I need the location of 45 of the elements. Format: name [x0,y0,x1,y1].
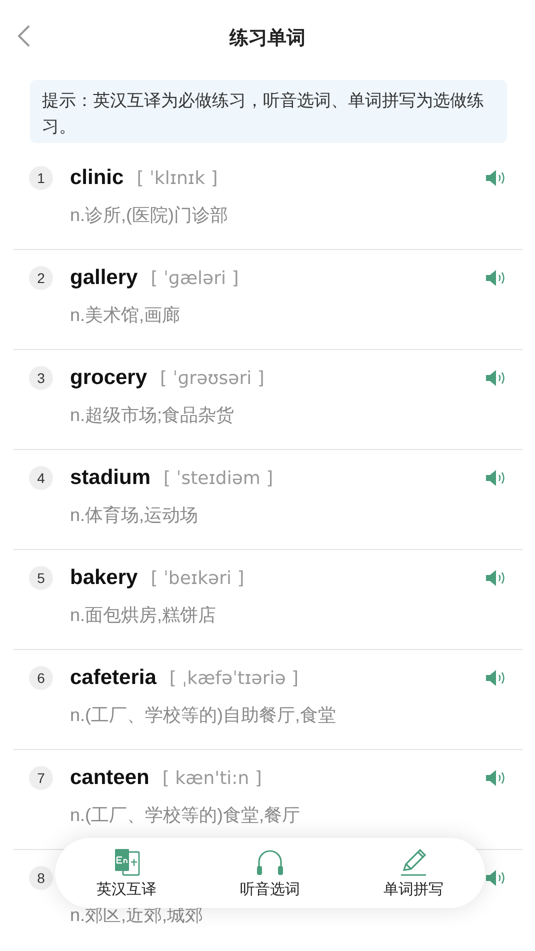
word-text: canteen [70,766,150,790]
practice-tab[interactable]: 听音选词 [210,848,330,898]
definition-text: n.美术馆,画廊 [70,304,182,327]
speaker-icon[interactable] [485,269,507,287]
phonetic-text: [ ˈklɪnɪk ] [136,168,218,188]
practice-tab[interactable]: 单词拼写 [353,848,474,898]
phonetic-text: [ kæn'ti:n ] [162,768,262,788]
speaker-icon[interactable] [485,469,507,487]
number-badge: 3 [29,366,53,390]
definition-text: n.(工厂、学校等的)食堂,餐厅 [70,804,302,827]
phonetic-text: [ ˈsteɪdiəm ] [164,468,274,488]
definition-text: n.(工厂、学校等的)自助餐厅,食堂 [70,704,338,727]
speaker-icon[interactable] [485,369,507,387]
word-text: gallery [70,266,138,290]
number-badge: 2 [29,266,53,290]
word-text: bakery [70,566,138,590]
speaker-icon[interactable] [485,569,507,587]
hint-banner: 提示：英汉互译为必做练习，听音选词、单词拼写为选做练习。 [30,80,507,143]
pencil-icon [399,848,428,876]
definition-text: n.体育场,运动场 [70,504,200,527]
word-text: clinic [70,166,124,190]
number-badge: 1 [29,166,53,190]
speaker-icon[interactable] [485,169,507,187]
number-badge: 5 [29,566,53,590]
definition-text: n.诊所,(医院)门诊部 [70,204,230,227]
speaker-icon[interactable] [485,769,507,787]
speaker-icon[interactable] [485,869,507,887]
speaker-icon[interactable] [485,669,507,687]
phonetic-text: [ ˈɡæləri ] [150,268,239,288]
definition-text: n.面包烘房,糕饼店 [70,604,218,627]
word-text: cafeteria [70,666,156,690]
number-badge: 6 [29,666,53,690]
number-badge: 4 [29,466,53,490]
number-badge: 7 [29,766,53,790]
word-text: stadium [70,466,151,490]
number-badge: 8 [29,866,53,890]
headphones-icon [256,848,284,876]
word-text: grocery [70,366,148,390]
phonetic-text: [ ˈɡrəʊsəri ] [160,368,264,388]
page-title: 练习单词 [230,26,306,50]
phonetic-text: [ ˈbeɪkəri ] [150,568,244,588]
definition-text: n.超级市场;食品杂货 [70,404,236,427]
phonetic-text: [ ˌkæfəˈtɪəriə ] [169,668,299,688]
practice-tab[interactable]: 英汉互译 [66,848,187,898]
translate-icon [112,848,141,876]
